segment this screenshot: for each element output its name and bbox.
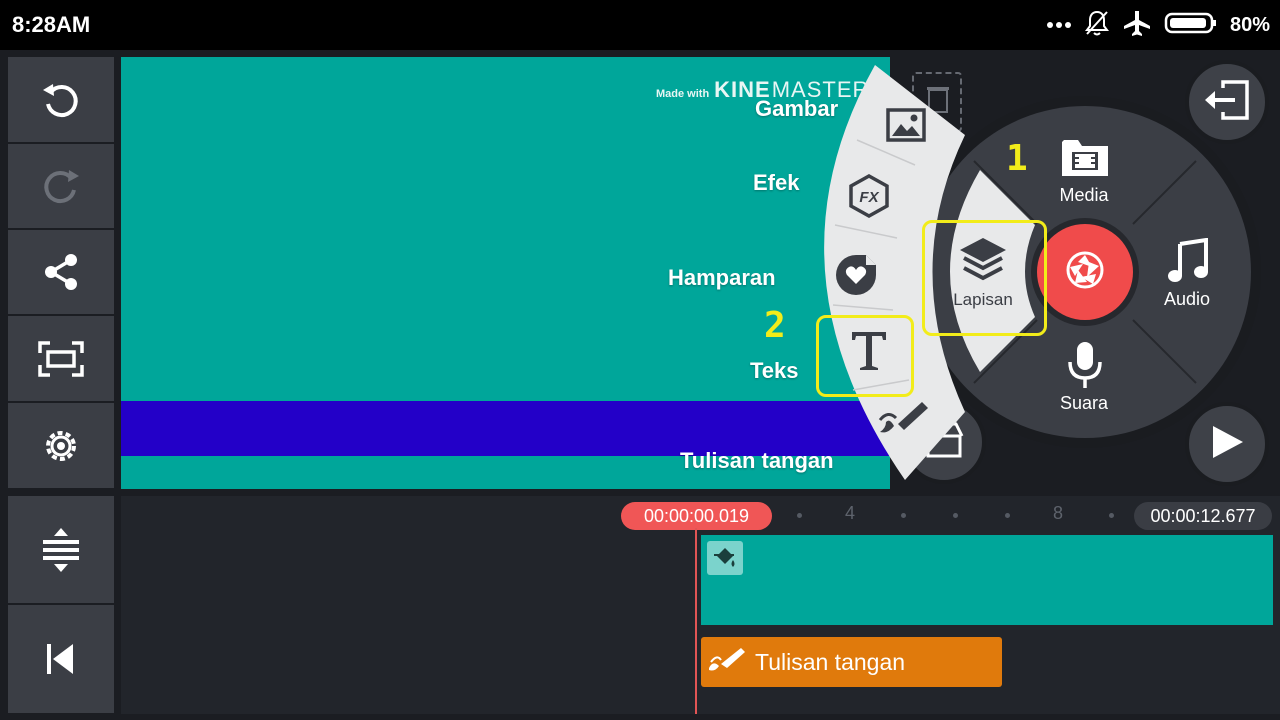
layer-item-hamparan[interactable]: Hamparan bbox=[668, 265, 776, 291]
kinemaster-editor: 8:28AM 80% Made with KINE MASTER 00:00:0… bbox=[0, 0, 1280, 720]
record-camera-icon bbox=[1065, 250, 1105, 295]
wheel-item-audio[interactable]: Audio bbox=[1127, 289, 1247, 310]
microphone-icon bbox=[1066, 340, 1104, 395]
layer-item-gambar[interactable]: Gambar bbox=[755, 96, 838, 122]
fx-icon[interactable]: FX bbox=[847, 173, 891, 223]
highlight-teks bbox=[816, 315, 914, 397]
svg-text:FX: FX bbox=[859, 189, 879, 206]
music-note-icon bbox=[1166, 237, 1210, 289]
layer-item-tulisan-tangan[interactable]: Tulisan tangan bbox=[680, 448, 834, 474]
media-folder-icon bbox=[1060, 136, 1110, 183]
wheel-item-media[interactable]: Media bbox=[1024, 185, 1144, 206]
sticker-heart-icon[interactable] bbox=[834, 253, 878, 302]
handwriting-brush-icon[interactable] bbox=[878, 398, 930, 443]
layer-item-efek[interactable]: Efek bbox=[753, 170, 799, 196]
highlight-lapisan bbox=[922, 220, 1047, 336]
annotation-step-2: 2 bbox=[764, 305, 786, 346]
record-button[interactable] bbox=[1037, 224, 1133, 320]
layer-item-teks[interactable]: Teks bbox=[750, 358, 799, 384]
image-icon[interactable] bbox=[886, 108, 926, 147]
wheel-item-suara[interactable]: Suara bbox=[1024, 393, 1144, 414]
annotation-step-1: 1 bbox=[1006, 138, 1028, 179]
